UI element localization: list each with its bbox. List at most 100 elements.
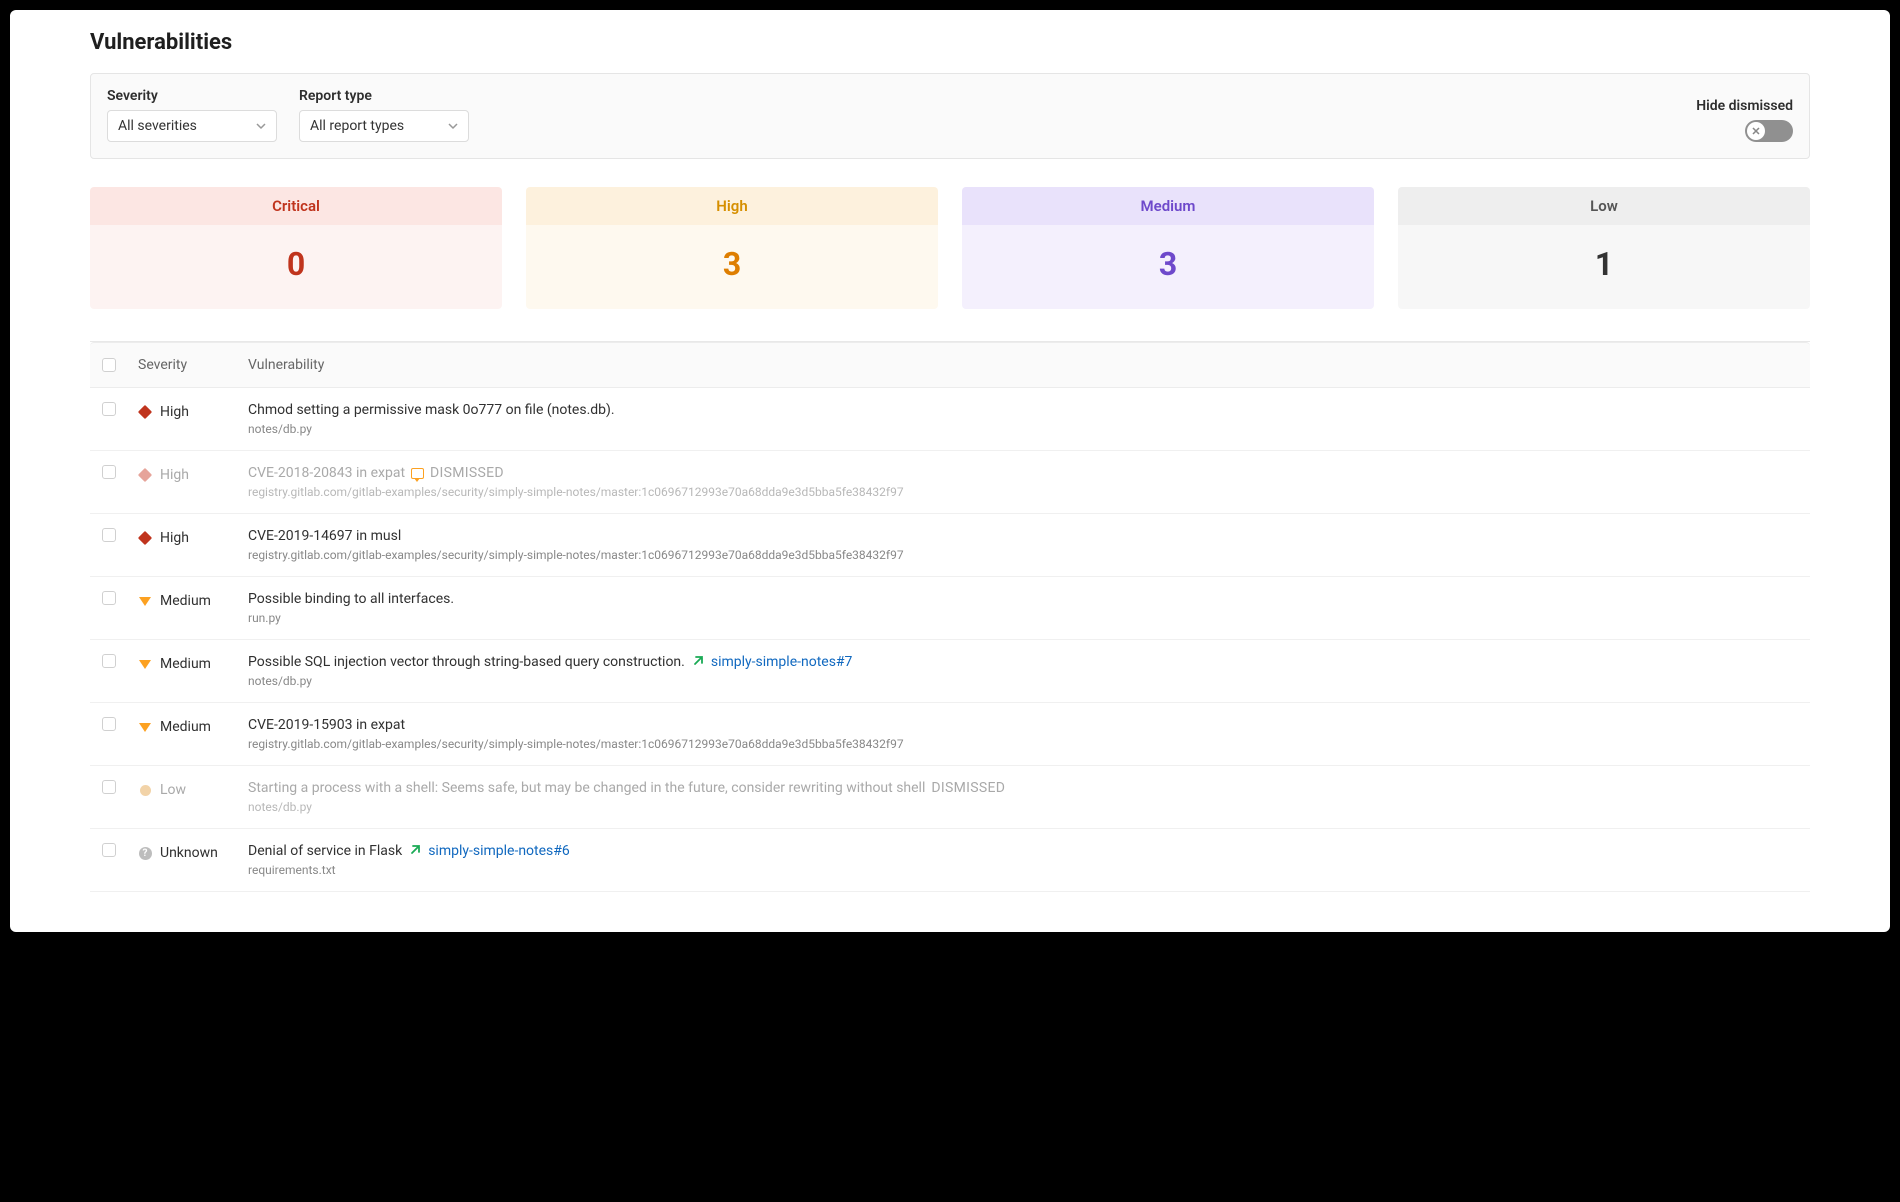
issue-link[interactable]: simply-simple-notes#6: [428, 843, 570, 859]
row-check-cell: [102, 780, 120, 794]
window: Vulnerabilities Severity All severities …: [10, 10, 1890, 932]
row-sub: registry.gitlab.com/gitlab-examples/secu…: [248, 737, 1798, 751]
hide-dismissed-toggle[interactable]: ✕: [1745, 120, 1793, 142]
row-vulnerability: CVE-2018-20843 in expat DISMISSED registr…: [248, 465, 1798, 499]
issue-link-icon: [408, 844, 422, 858]
row-severity: ?Unknown: [138, 843, 230, 861]
row-severity-label: High: [160, 404, 189, 420]
table-row: ?Unknown Denial of service in Flask simpl…: [90, 829, 1810, 892]
row-checkbox[interactable]: [102, 402, 116, 416]
row-severity-label: High: [160, 467, 189, 483]
row-vulnerability: Chmod setting a permissive mask 0o777 on…: [248, 402, 1798, 436]
vuln-title[interactable]: Chmod setting a permissive mask 0o777 on…: [248, 402, 615, 418]
toggle-knob-off-icon: ✕: [1747, 122, 1765, 140]
row-severity: High: [138, 402, 230, 420]
severity-unknown-icon: ?: [138, 846, 152, 860]
vuln-title[interactable]: Possible binding to all interfaces.: [248, 591, 454, 607]
row-checkbox[interactable]: [102, 591, 116, 605]
row-severity-label: Low: [160, 782, 186, 798]
row-severity-label: Medium: [160, 656, 211, 672]
row-severity: Medium: [138, 717, 230, 735]
row-checkbox[interactable]: [102, 780, 116, 794]
row-checkbox[interactable]: [102, 843, 116, 857]
report-select[interactable]: All report types: [299, 110, 469, 142]
vuln-title[interactable]: Starting a process with a shell: Seems s…: [248, 780, 925, 796]
hide-dismissed-group: Hide dismissed ✕: [1696, 98, 1793, 142]
vuln-title[interactable]: CVE-2019-14697 in musl: [248, 528, 401, 544]
page-title: Vulnerabilities: [90, 30, 1810, 55]
row-severity: Medium: [138, 591, 230, 609]
row-check-cell: [102, 654, 120, 668]
severity-cards: Critical 0 High 3 Medium 3 Low 1: [90, 187, 1810, 309]
report-filter-label: Report type: [299, 88, 469, 104]
table-row: High Chmod setting a permissive mask 0o77…: [90, 388, 1810, 451]
report-filter-group: Report type All report types: [299, 88, 469, 142]
table-row: Medium Possible SQL injection vector thro…: [90, 640, 1810, 703]
filter-bar: Severity All severities Report type All …: [90, 73, 1810, 159]
row-vulnerability: Possible binding to all interfaces. run.p…: [248, 591, 1798, 625]
col-severity-header: Severity: [138, 357, 230, 373]
row-checkbox[interactable]: [102, 465, 116, 479]
dismissed-badge: DISMISSED: [931, 780, 1005, 796]
row-vulnerability: Starting a process with a shell: Seems s…: [248, 780, 1798, 814]
issue-link-icon: [691, 655, 705, 669]
report-select-value: All report types: [310, 118, 404, 134]
dismissed-badge: DISMISSED: [430, 465, 504, 481]
row-severity-label: Medium: [160, 593, 211, 609]
card-low[interactable]: Low 1: [1398, 187, 1810, 309]
row-sub: registry.gitlab.com/gitlab-examples/secu…: [248, 485, 1798, 499]
severity-filter-label: Severity: [107, 88, 277, 104]
row-vulnerability: Denial of service in Flask simply-simple…: [248, 843, 1798, 877]
severity-high-icon: [138, 531, 152, 545]
severity-high-icon: [138, 468, 152, 482]
severity-low-icon: [138, 783, 152, 797]
vuln-title[interactable]: CVE-2019-15903 in expat: [248, 717, 405, 733]
table-row: Medium CVE-2019-15903 in expat registry.gi…: [90, 703, 1810, 766]
table-row: Low Starting a process with a shell: Seem…: [90, 766, 1810, 829]
row-checkbox[interactable]: [102, 717, 116, 731]
row-sub: run.py: [248, 611, 1798, 625]
table-row: High CVE-2018-20843 in expat DISMISSED reg…: [90, 451, 1810, 514]
row-check-cell: [102, 528, 120, 542]
card-high[interactable]: High 3: [526, 187, 938, 309]
chevron-down-icon: [256, 121, 266, 131]
card-critical-count: 0: [90, 225, 502, 309]
vuln-title[interactable]: Denial of service in Flask: [248, 843, 402, 859]
severity-filter-group: Severity All severities: [107, 88, 277, 142]
row-check-cell: [102, 465, 120, 479]
col-vulnerability-header: Vulnerability: [248, 357, 1798, 373]
card-medium-count: 3: [962, 225, 1374, 309]
row-checkbox[interactable]: [102, 528, 116, 542]
table-row: Medium Possible binding to all interfaces…: [90, 577, 1810, 640]
chevron-down-icon: [448, 121, 458, 131]
table-body: High Chmod setting a permissive mask 0o77…: [90, 388, 1810, 892]
severity-medium-icon: [138, 594, 152, 608]
row-check-cell: [102, 591, 120, 605]
card-high-label: High: [526, 187, 938, 225]
card-medium-label: Medium: [962, 187, 1374, 225]
row-severity: High: [138, 528, 230, 546]
card-critical[interactable]: Critical 0: [90, 187, 502, 309]
table-row: High CVE-2019-14697 in musl registry.gitla…: [90, 514, 1810, 577]
card-high-count: 3: [526, 225, 938, 309]
row-vulnerability: CVE-2019-15903 in expat registry.gitlab.c…: [248, 717, 1798, 751]
row-vulnerability: Possible SQL injection vector through st…: [248, 654, 1798, 688]
select-all-checkbox[interactable]: [102, 358, 116, 372]
row-severity-label: High: [160, 530, 189, 546]
comment-icon: [411, 468, 424, 479]
issue-link[interactable]: simply-simple-notes#7: [711, 654, 853, 670]
severity-select[interactable]: All severities: [107, 110, 277, 142]
vuln-title[interactable]: CVE-2018-20843 in expat: [248, 465, 405, 481]
row-checkbox[interactable]: [102, 654, 116, 668]
vuln-title[interactable]: Possible SQL injection vector through st…: [248, 654, 685, 670]
card-low-label: Low: [1398, 187, 1810, 225]
card-medium[interactable]: Medium 3: [962, 187, 1374, 309]
row-sub: registry.gitlab.com/gitlab-examples/secu…: [248, 548, 1798, 562]
row-severity: Low: [138, 780, 230, 798]
severity-medium-icon: [138, 720, 152, 734]
row-severity: Medium: [138, 654, 230, 672]
row-check-cell: [102, 843, 120, 857]
severity-medium-icon: [138, 657, 152, 671]
severity-select-value: All severities: [118, 118, 197, 134]
hide-dismissed-label: Hide dismissed: [1696, 98, 1793, 114]
